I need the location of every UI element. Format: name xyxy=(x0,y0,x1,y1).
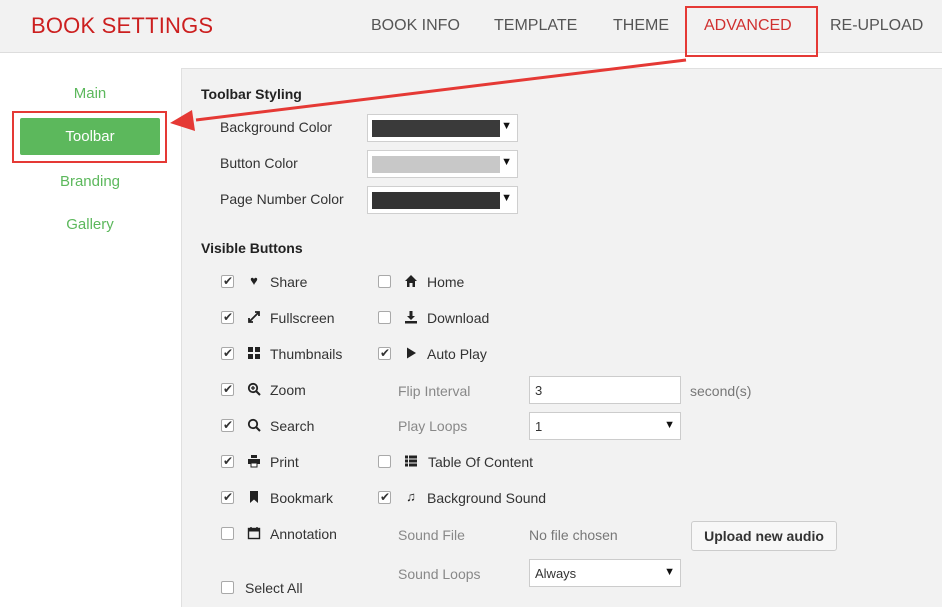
home-checkbox[interactable] xyxy=(378,275,391,288)
sidebar-item-branding[interactable]: Branding xyxy=(0,173,180,190)
flip-interval-input[interactable] xyxy=(529,376,681,404)
visible-buttons-title: Visible Buttons xyxy=(201,240,303,256)
check-icon: ✔ xyxy=(380,346,391,360)
auto-play-checkbox[interactable]: ✔ xyxy=(378,346,391,360)
zoom-checkbox[interactable]: ✔ xyxy=(221,382,234,396)
play-loops-label: Play Loops xyxy=(398,418,468,434)
sound-file-status: No file chosen xyxy=(529,527,618,543)
list-icon xyxy=(403,453,419,469)
zoom-icon xyxy=(246,381,262,397)
caret-down-icon: ▼ xyxy=(501,192,512,204)
search-checkbox[interactable]: ✔ xyxy=(221,418,234,432)
music-icon: ♫ xyxy=(406,489,416,504)
button-color-label: Button Color xyxy=(220,155,298,171)
share-label: Share xyxy=(270,274,308,290)
background-sound-label: Background Sound xyxy=(427,490,547,506)
background-sound-checkbox[interactable]: ✔ xyxy=(378,490,391,504)
home-icon xyxy=(403,273,419,289)
download-checkbox[interactable] xyxy=(378,311,391,324)
toolbar-styling-title: Toolbar Styling xyxy=(201,86,302,102)
sidebar: Main Toolbar Branding Gallery xyxy=(0,54,180,607)
sidebar-item-toolbar[interactable]: Toolbar xyxy=(20,118,160,155)
tab-template[interactable]: TEMPLATE xyxy=(494,17,577,35)
expand-icon xyxy=(246,309,262,325)
check-icon: ✔ xyxy=(223,346,234,360)
check-icon: ✔ xyxy=(223,274,234,288)
button-color-select[interactable]: ▼ xyxy=(367,150,518,178)
check-icon: ✔ xyxy=(223,418,234,432)
select-all-checkbox[interactable] xyxy=(221,581,234,594)
page-title: BOOK SETTINGS xyxy=(31,13,214,38)
background-color-swatch xyxy=(372,120,500,137)
page-number-color-label: Page Number Color xyxy=(220,191,344,207)
sidebar-item-gallery[interactable]: Gallery xyxy=(0,216,180,233)
search-icon xyxy=(246,417,262,433)
check-icon: ✔ xyxy=(223,490,234,504)
page-number-color-swatch xyxy=(372,192,500,209)
tab-re-upload[interactable]: RE-UPLOAD xyxy=(830,17,923,35)
auto-play-label: Auto Play xyxy=(427,346,487,362)
background-color-label: Background Color xyxy=(220,119,333,135)
fullscreen-checkbox[interactable]: ✔ xyxy=(221,310,234,324)
check-icon: ✔ xyxy=(223,310,234,324)
table-of-content-label: Table Of Content xyxy=(428,454,534,470)
settings-panel: Toolbar Styling Background Color ▼ Butto… xyxy=(181,68,942,607)
play-loops-value: 1 xyxy=(535,419,543,434)
page-number-color-select[interactable]: ▼ xyxy=(367,186,518,214)
fullscreen-label: Fullscreen xyxy=(270,310,335,326)
download-icon xyxy=(403,309,419,325)
annotation-checkbox[interactable] xyxy=(221,527,234,540)
zoom-label: Zoom xyxy=(270,382,306,398)
check-icon: ✔ xyxy=(223,454,234,468)
flip-interval-unit: second(s) xyxy=(690,383,752,399)
table-of-content-checkbox[interactable] xyxy=(378,455,391,468)
thumbnails-label: Thumbnails xyxy=(270,346,343,362)
top-header: BOOK SETTINGS BOOK INFO TEMPLATE THEME A… xyxy=(0,0,942,53)
background-color-select[interactable]: ▼ xyxy=(367,114,518,142)
bookmark-checkbox[interactable]: ✔ xyxy=(221,490,234,504)
thumbnails-icon xyxy=(246,345,262,361)
annotation-label: Annotation xyxy=(270,526,337,542)
caret-down-icon: ▼ xyxy=(664,419,675,431)
button-color-swatch xyxy=(372,156,500,173)
sound-loops-value: Always xyxy=(535,566,577,581)
bookmark-label: Bookmark xyxy=(270,490,334,506)
download-label: Download xyxy=(427,310,490,326)
check-icon: ✔ xyxy=(223,382,234,396)
print-label: Print xyxy=(270,454,299,470)
tab-book-info[interactable]: BOOK INFO xyxy=(371,17,460,35)
sound-loops-select[interactable]: Always ▼ xyxy=(529,559,681,587)
play-loops-select[interactable]: 1 ▼ xyxy=(529,412,681,440)
sound-file-label: Sound File xyxy=(398,527,465,543)
tab-theme[interactable]: THEME xyxy=(613,17,669,35)
share-checkbox[interactable]: ✔ xyxy=(221,274,234,288)
bookmark-icon xyxy=(246,489,262,505)
home-label: Home xyxy=(427,274,465,290)
heart-icon: ♥ xyxy=(250,273,258,288)
caret-down-icon: ▼ xyxy=(501,120,512,132)
thumbnails-checkbox[interactable]: ✔ xyxy=(221,346,234,360)
check-icon: ✔ xyxy=(380,490,391,504)
upload-audio-button[interactable]: Upload new audio xyxy=(691,521,837,551)
calendar-icon xyxy=(246,525,262,541)
sidebar-item-main[interactable]: Main xyxy=(0,85,180,102)
print-icon xyxy=(246,453,262,469)
flip-interval-label: Flip Interval xyxy=(398,383,471,399)
tab-advanced[interactable]: ADVANCED xyxy=(704,17,792,35)
caret-down-icon: ▼ xyxy=(664,566,675,578)
search-label: Search xyxy=(270,418,315,434)
select-all-label: Select All xyxy=(245,580,303,596)
play-icon xyxy=(403,345,419,361)
sound-loops-label: Sound Loops xyxy=(398,566,481,582)
caret-down-icon: ▼ xyxy=(501,156,512,168)
print-checkbox[interactable]: ✔ xyxy=(221,454,234,468)
